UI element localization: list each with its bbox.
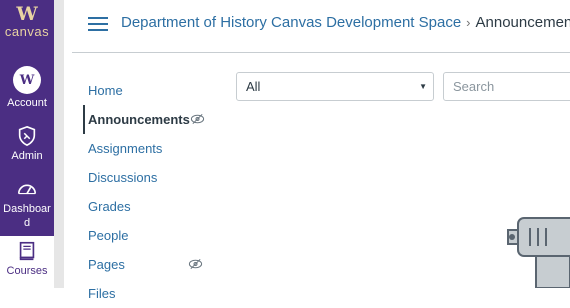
course-nav-home[interactable]: Home: [83, 76, 213, 105]
course-nav-assignments[interactable]: Assignments: [83, 134, 213, 163]
canvas-logo[interactable]: W canvas: [0, 4, 54, 40]
breadcrumb: Department of History Canvas Development…: [121, 14, 570, 31]
course-nav-announcements[interactable]: Announcements: [83, 105, 213, 134]
book-icon: [19, 241, 35, 261]
nav-item-admin[interactable]: Admin: [0, 125, 54, 163]
course-nav-label: Home: [88, 83, 123, 98]
eye-slash-icon: [188, 258, 203, 270]
course-nav-pages[interactable]: Pages: [83, 250, 213, 279]
course-menu-toggle[interactable]: [88, 16, 108, 32]
course-nav-label: Files: [88, 286, 116, 301]
course-nav: Home Announcements Assignments Discussio…: [83, 76, 213, 308]
search-input[interactable]: [443, 72, 570, 101]
course-nav-label: Announcements: [88, 112, 190, 127]
eye-slash-icon: [190, 113, 205, 125]
shield-icon: [18, 125, 36, 147]
nav-item-courses[interactable]: Courses: [0, 236, 54, 288]
chevron-down-icon: ▼: [419, 82, 427, 91]
course-nav-grades[interactable]: Grades: [83, 192, 213, 221]
course-nav-discussions[interactable]: Discussions: [83, 163, 213, 192]
header-divider: [72, 52, 570, 53]
course-nav-label: Pages: [88, 257, 125, 272]
course-nav-label: Discussions: [88, 170, 158, 185]
course-nav-label: Grades: [88, 199, 131, 214]
nav-label-courses: Courses: [6, 265, 48, 277]
breadcrumb-course-link[interactable]: Department of History Canvas Development…: [121, 14, 461, 31]
nav-label-account: Account: [7, 97, 47, 109]
course-nav-files[interactable]: Files: [83, 279, 213, 308]
course-nav-label: People: [88, 228, 129, 243]
breadcrumb-separator: ›: [466, 15, 471, 30]
nav-divider: [54, 0, 64, 288]
logo-letter: W: [16, 3, 38, 25]
nav-item-dashboard[interactable]: Dashboard: [0, 178, 54, 230]
avatar: W: [13, 66, 41, 94]
speedometer-icon: [17, 184, 37, 195]
breadcrumb-current: Announcements: [475, 14, 570, 31]
nav-label-admin: Admin: [11, 150, 43, 162]
filter-selected-value: All: [246, 79, 261, 94]
logo-text: canvas: [4, 24, 50, 39]
global-nav: W canvas W Account Admin Dashboard Cours…: [0, 0, 54, 288]
empty-state-illustration: [507, 217, 570, 288]
nav-item-account[interactable]: W Account: [0, 66, 54, 110]
announcement-filter-select[interactable]: All ▼: [236, 72, 434, 101]
nav-label-dashboard: Dashboard: [3, 203, 51, 229]
course-nav-label: Assignments: [88, 141, 163, 156]
course-nav-people[interactable]: People: [83, 221, 213, 250]
